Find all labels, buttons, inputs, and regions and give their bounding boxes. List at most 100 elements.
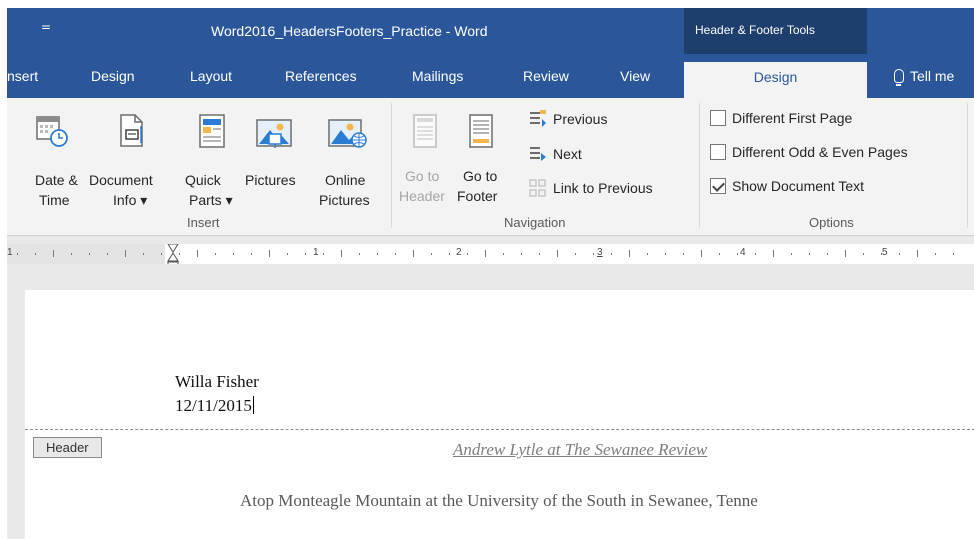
pictures-button[interactable]: Pictures [241, 98, 307, 208]
ruler-tick [845, 250, 846, 257]
ruler-tick [719, 253, 720, 255]
header-separator [25, 429, 974, 430]
lightbulb-icon [894, 69, 904, 86]
ruler-tick [827, 253, 828, 255]
next-button[interactable]: Next [529, 145, 582, 163]
ruler-tick [485, 250, 486, 257]
ruler-tick [395, 253, 396, 255]
insert-group-label: Insert [187, 215, 220, 230]
ruler-number: 3 [597, 247, 603, 258]
ruler-tick [809, 253, 810, 255]
ruler-tick [557, 250, 558, 257]
different-first-page-checkbox[interactable]: Different First Page [710, 110, 852, 126]
ruler-tick [863, 253, 864, 255]
go-to-header-button[interactable]: Go to Header [397, 98, 451, 208]
previous-button[interactable]: Previous [529, 110, 607, 128]
ruler-tick [233, 253, 234, 255]
ruler-tick [179, 253, 180, 255]
ruler-number: 1 [313, 247, 319, 258]
ruler-number: 1 [7, 247, 13, 258]
horizontal-ruler[interactable]: 1 1 2 3 4 5 [7, 244, 974, 270]
ruler-tick [431, 253, 432, 255]
link-to-previous-icon [529, 179, 546, 197]
ruler-tick [35, 253, 36, 255]
document-info-label-1: Document [89, 172, 153, 188]
tab-insert[interactable]: nsert [7, 68, 38, 84]
tab-mailings[interactable]: Mailings [412, 68, 463, 84]
ruler-tick [521, 253, 522, 255]
date-time-button[interactable]: Date & Time [7, 98, 87, 208]
quick-parts-label-2: Parts ▾ [189, 192, 233, 208]
different-first-page-check[interactable] [710, 110, 726, 126]
go-to-footer-icon [469, 114, 493, 148]
show-document-text-label: Show Document Text [732, 178, 865, 194]
go-to-footer-button[interactable]: Go to Footer [453, 98, 511, 208]
ruler-tick [323, 253, 324, 255]
ruler-tick [107, 253, 108, 255]
header-date-text: 12/11/2015 [175, 396, 252, 415]
online-pictures-label-2: Pictures [319, 192, 370, 208]
link-to-previous-label: Link to Previous [553, 180, 653, 196]
group-divider [967, 103, 968, 228]
picture-icon [256, 119, 292, 148]
group-divider [391, 103, 392, 228]
different-odd-even-check[interactable] [710, 144, 726, 160]
different-first-page-label: Different First Page [732, 110, 853, 126]
show-document-text-checkbox[interactable]: Show Document Text [710, 178, 864, 194]
ruler-tick [215, 253, 216, 255]
text-cursor [252, 396, 254, 414]
ruler-tick [71, 253, 72, 255]
ruler-tick [143, 253, 144, 255]
ruler-tick [359, 253, 360, 255]
ruler-tick [251, 253, 252, 255]
title-bar: = Word2016_HeadersFooters_Practice - Wor… [7, 8, 974, 54]
previous-section-icon [530, 110, 546, 127]
link-to-previous-button[interactable]: Link to Previous [529, 179, 653, 197]
next-label: Next [553, 146, 582, 162]
tab-view[interactable]: View [620, 68, 650, 84]
ruler-tick [305, 253, 306, 255]
online-pictures-icon [328, 119, 367, 148]
previous-label: Previous [553, 111, 608, 127]
ruler-tick [953, 253, 954, 255]
go-to-footer-label-2: Footer [457, 188, 498, 204]
quick-access-toolbar-icon[interactable]: = [41, 20, 51, 34]
header-author-line[interactable]: Willa Fisher [175, 372, 259, 392]
ruler-tick [413, 250, 414, 257]
header-date-line[interactable]: 12/11/2015 [175, 396, 254, 416]
ruler-tick [683, 253, 684, 255]
ruler-tick [611, 253, 612, 255]
tab-layout[interactable]: Layout [190, 68, 232, 84]
ruler-tick [791, 253, 792, 255]
pictures-label: Pictures [245, 172, 296, 188]
ruler-tick [89, 253, 90, 255]
go-to-header-label-1: Go to [405, 168, 440, 184]
quick-parts-label-1: Quick [185, 172, 221, 188]
document-info-button[interactable]: Document Info ▾ [89, 98, 173, 208]
quick-parts-button[interactable]: Quick Parts ▾ [179, 98, 235, 208]
next-section-icon [530, 147, 546, 161]
ruler-tick [269, 250, 270, 257]
body-title: Andrew Lytle at The Sewanee Review [453, 440, 708, 459]
ruler-tick [575, 253, 576, 255]
ruler-tick [647, 253, 648, 255]
tab-references[interactable]: References [285, 68, 357, 84]
ruler-tick [539, 253, 540, 255]
ruler-tick [467, 253, 468, 255]
ribbon: Date & Time Document Info ▾ Quick Parts … [7, 98, 974, 236]
document-title: Word2016_HeadersFooters_Practice - Word [211, 23, 488, 39]
tab-review[interactable]: Review [523, 68, 569, 84]
ruler-tick [197, 250, 198, 257]
different-odd-even-checkbox[interactable]: Different Odd & Even Pages [710, 144, 908, 160]
ruler-number: 2 [456, 247, 462, 258]
date-time-label-2: Time [39, 192, 70, 208]
tab-design[interactable]: Design [91, 68, 135, 84]
show-document-text-check[interactable] [710, 178, 726, 194]
ruler-tick [161, 253, 162, 255]
online-pictures-button[interactable]: Online Pictures [311, 98, 383, 208]
ruler-number: 4 [740, 247, 746, 258]
online-pictures-label-1: Online [325, 172, 366, 188]
tell-me-box[interactable]: Tell me [894, 68, 954, 86]
ruler-tick [881, 253, 882, 255]
tab-header-footer-design[interactable]: Design [684, 62, 867, 98]
